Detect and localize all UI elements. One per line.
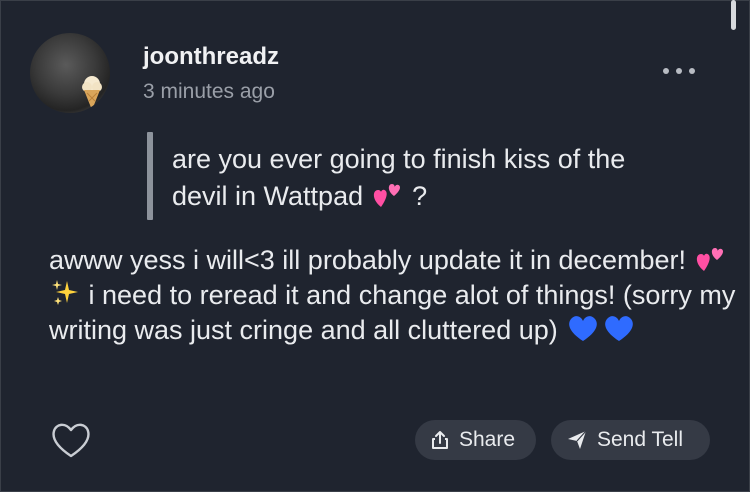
timestamp: 3 minutes ago <box>143 80 275 103</box>
more-options-icon[interactable] <box>656 62 702 80</box>
sparkles-emoji <box>52 280 78 305</box>
avatar[interactable] <box>30 33 110 113</box>
dot <box>689 68 695 74</box>
two-hearts-emoji <box>696 248 723 271</box>
send-tell-button[interactable]: Send Tell <box>551 420 710 460</box>
blue-heart-emoji <box>569 316 598 341</box>
two-hearts-emoji <box>373 184 400 207</box>
share-label: Share <box>459 428 516 451</box>
send-icon <box>568 430 587 449</box>
dot <box>676 68 682 74</box>
share-button[interactable]: Share <box>415 420 536 460</box>
ice-cream-icon <box>82 76 102 110</box>
question-text: are you ever going to finish kiss of the… <box>172 141 732 215</box>
username[interactable]: joonthreadz <box>143 43 279 71</box>
question-line-2: devil in Wattpad <box>172 181 364 211</box>
send-tell-label: Send Tell <box>597 428 684 451</box>
share-icon <box>432 431 448 449</box>
scrollbar[interactable] <box>731 0 736 30</box>
answer-text: awww yess i will<3 ill probably update i… <box>49 243 739 348</box>
answer-part-1: awww yess i will<3 ill probably update i… <box>49 245 687 275</box>
dot <box>663 68 669 74</box>
quote-bar <box>147 132 153 220</box>
blue-heart-emoji <box>605 316 634 341</box>
question-line-1: are you ever going to finish kiss of the <box>172 144 626 174</box>
question-mark: ? <box>412 181 428 211</box>
like-heart-icon[interactable] <box>50 420 92 460</box>
